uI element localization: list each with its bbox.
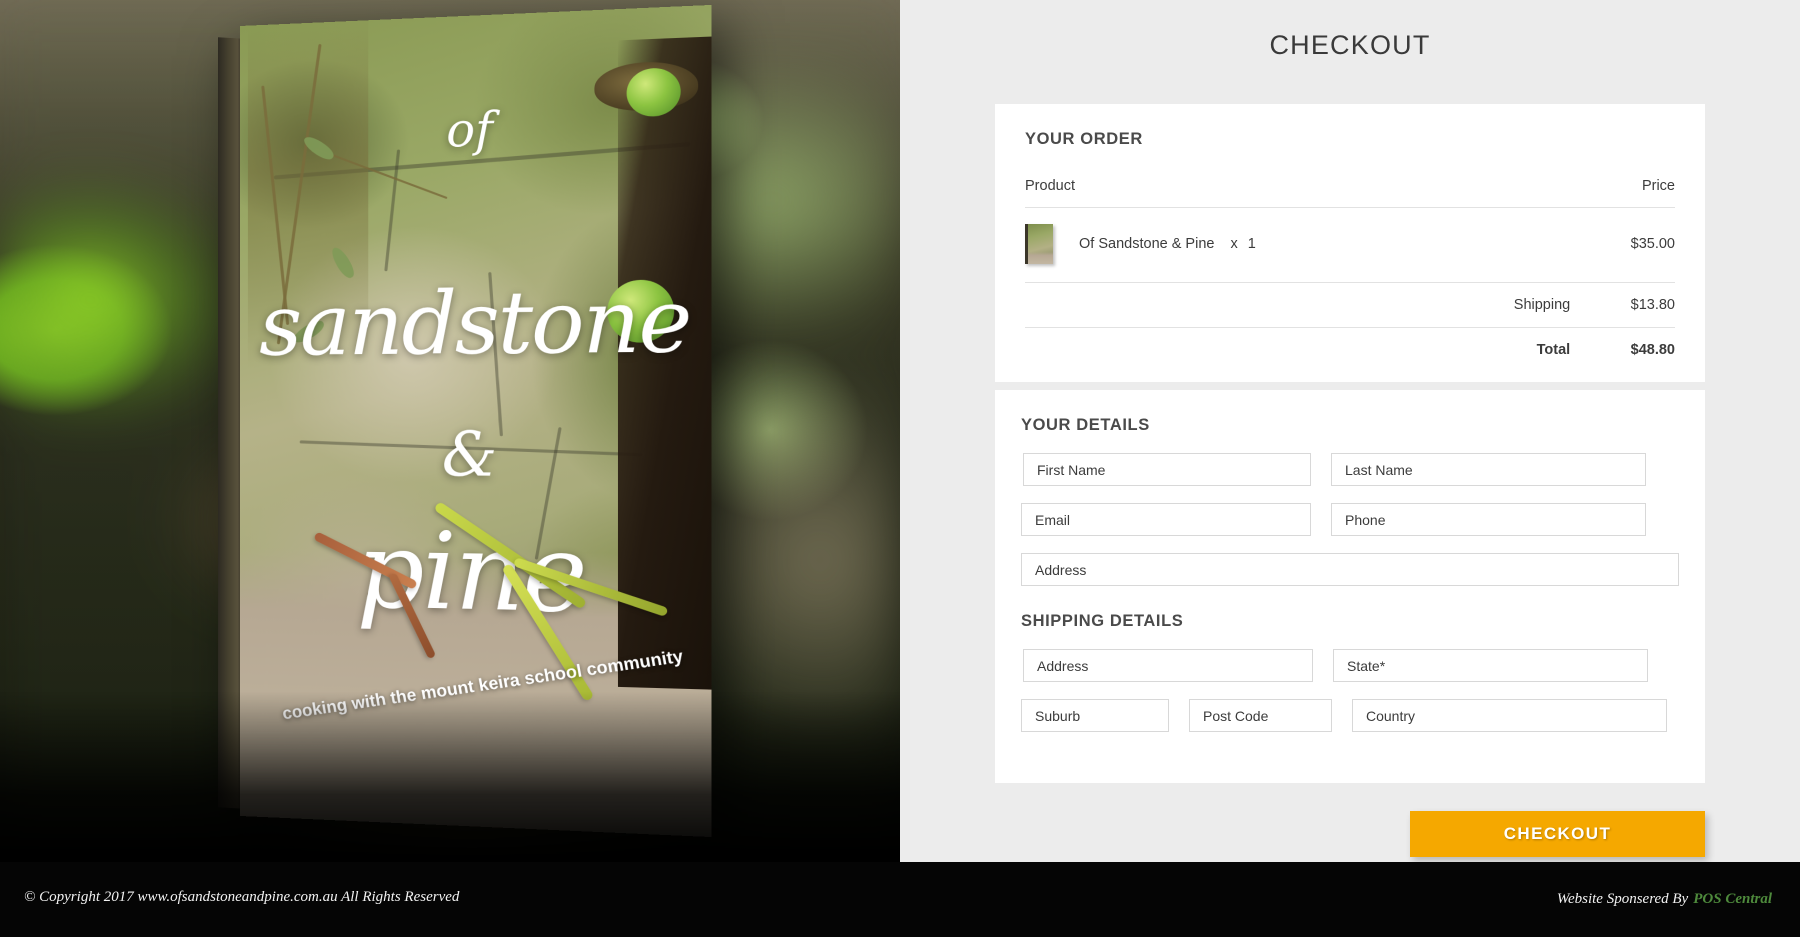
cover-title-line-2: sandstone <box>259 269 691 375</box>
quantity-separator: x <box>1230 235 1238 252</box>
order-item-quantity: 1 <box>1247 235 1256 252</box>
order-table-header-row: Product Price <box>1025 168 1675 208</box>
checkout-button[interactable]: CHECKOUT <box>1410 811 1705 857</box>
shipping-country-field[interactable] <box>1352 699 1667 732</box>
order-shipping-row: Shipping $13.80 <box>1025 282 1675 328</box>
shipping-label: Shipping <box>1025 282 1571 328</box>
shipping-address-input[interactable] <box>1024 650 1312 681</box>
shipping-state-input[interactable] <box>1334 650 1647 681</box>
address-row <box>1021 553 1679 586</box>
order-heading: YOUR ORDER <box>1025 130 1143 148</box>
shipping-value: $13.80 <box>1570 282 1675 328</box>
order-item-price: $35.00 <box>1570 207 1675 283</box>
checkout-action-area: CHECKOUT <box>995 811 1705 857</box>
column-header-price: Price <box>1570 168 1675 208</box>
address-input[interactable] <box>1022 554 1678 585</box>
shipping-suburb-field[interactable] <box>1021 699 1169 732</box>
order-summary-card: YOUR ORDER Product Price Of Sandstone & … <box>995 104 1705 382</box>
shipping-suburb-input[interactable] <box>1022 700 1168 731</box>
address-field[interactable] <box>1021 553 1679 586</box>
first-name-input[interactable] <box>1024 454 1310 485</box>
product-photo-panel: of sandstone & pine cooking with the mou… <box>0 0 900 862</box>
total-label: Total <box>1536 342 1571 358</box>
contact-row <box>1021 503 1679 536</box>
last-name-field[interactable] <box>1331 453 1646 486</box>
last-name-input[interactable] <box>1332 454 1645 485</box>
email-input[interactable] <box>1022 504 1310 535</box>
phone-input[interactable] <box>1332 504 1645 535</box>
page-title: CHECKOUT <box>1269 30 1431 60</box>
site-footer: © Copyright 2017 www.ofsandstoneandpine.… <box>0 862 1800 937</box>
name-row <box>1021 453 1679 486</box>
checkout-panel: CHECKOUT YOUR ORDER Product Price Of San… <box>900 0 1800 862</box>
order-table: Product Price Of Sandstone & Pine x 1 $3… <box>1025 168 1675 360</box>
book-cover-thumbnail-icon <box>1025 224 1053 264</box>
order-total-row: Total $48.80 <box>1025 328 1675 361</box>
column-header-product: Product <box>1025 168 1571 208</box>
order-item-name: Of Sandstone & Pine <box>1079 236 1215 252</box>
order-item-product-cell: Of Sandstone & Pine x 1 <box>1025 207 1571 283</box>
shipping-country-input[interactable] <box>1353 700 1666 731</box>
first-name-field[interactable] <box>1023 453 1311 486</box>
shipping-address-field[interactable] <box>1023 649 1313 682</box>
sponsor-brand-link[interactable]: POS Central <box>1693 891 1772 907</box>
sponsor-credit: Website Sponsered By POS Central <box>1557 891 1772 908</box>
shipping-postcode-input[interactable] <box>1190 700 1331 731</box>
order-item-row: Of Sandstone & Pine x 1 $35.00 <box>1025 207 1675 283</box>
shipping-details-heading: SHIPPING DETAILS <box>1021 612 1184 630</box>
email-field[interactable] <box>1021 503 1311 536</box>
total-value: $48.80 <box>1630 342 1675 358</box>
details-card: YOUR DETAILS First Name Last Name Email … <box>995 390 1705 783</box>
shipping-state-field[interactable] <box>1333 649 1648 682</box>
shipping-address-row <box>1021 649 1679 682</box>
shipping-locality-row <box>1021 699 1679 732</box>
cover-title-line-3: & <box>441 418 498 491</box>
photo-bottom-gradient <box>0 692 900 862</box>
copyright-text: © Copyright 2017 www.ofsandstoneandpine.… <box>24 889 460 905</box>
sponsor-prefix: Website Sponsered By <box>1556 891 1689 907</box>
phone-field[interactable] <box>1331 503 1646 536</box>
shipping-postcode-field[interactable] <box>1189 699 1332 732</box>
your-details-heading: YOUR DETAILS <box>1021 416 1150 434</box>
checkout-page: of sandstone & pine cooking with the mou… <box>0 0 1800 937</box>
